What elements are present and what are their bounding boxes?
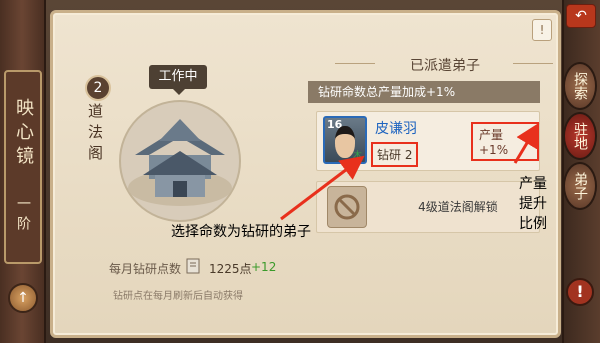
help-button[interactable]: !	[532, 19, 552, 41]
locked-slot: 4级道法阁解锁	[316, 181, 540, 233]
building-level-badge: 2	[85, 75, 111, 101]
monthly-points-value: 1225点	[209, 262, 252, 276]
book-icon	[186, 258, 200, 274]
monthly-points-label: 每月钻研点数	[109, 262, 182, 276]
monthly-points-increase: +12	[251, 260, 277, 274]
title-divider-left	[335, 63, 375, 64]
points-note: 钻研点在每月刷新后自动获得	[113, 291, 243, 302]
mirror-title-text: 映心镜	[13, 98, 34, 171]
building-panel: ! 2 道法阁 工作中 已派遣弟子 钻研命数总产量加成+1% 16 木 皮谦羽 …	[50, 10, 561, 338]
disciple-skill: 钻研 2	[371, 142, 419, 167]
total-bonus-bar: 钻研命数总产量加成+1%	[308, 81, 540, 103]
unlock-requirement: 4级道法阁解锁	[418, 200, 498, 214]
mirror-title: 映心镜 一阶	[4, 70, 42, 264]
building-name: 道法阁	[86, 103, 104, 166]
locked-slot-icon	[327, 186, 367, 228]
pavilion-illustration[interactable]	[115, 93, 245, 223]
upgrade-button[interactable]: ↑	[8, 283, 38, 313]
disciple-face	[335, 126, 355, 158]
game-screen: 映心镜 一阶 ↑ ↶ 探索 驻地 弟子 ! ! 2 道法阁 工作中 已派遣弟子	[0, 0, 600, 343]
dispatch-title-text: 已派遣弟子	[410, 58, 480, 74]
mirror-rank: 一阶	[15, 195, 31, 236]
disciple-output: 产量+1%	[471, 122, 539, 161]
disciple-name: 皮谦羽	[375, 121, 417, 137]
title-divider-right	[513, 63, 553, 64]
tab-disciples[interactable]: 弟子	[563, 162, 597, 210]
alert-button[interactable]: !	[566, 278, 594, 306]
disciple-slot[interactable]: 16 木 皮谦羽 钻研 2 产量+1%	[316, 111, 540, 171]
left-title-bar: 映心镜 一阶 ↑	[0, 0, 46, 343]
element-mark: 木	[353, 151, 363, 161]
annotation-rate-tip: 产量提升比例	[519, 176, 547, 232]
tab-explore[interactable]: 探索	[563, 62, 597, 110]
annotation-select-tip: 选择命数为钻研的弟子	[171, 224, 311, 240]
tab-station[interactable]: 驻地	[563, 112, 597, 160]
right-nav-bar: ↶ 探索 驻地 弟子 !	[562, 0, 600, 343]
disciple-portrait[interactable]: 16 木	[323, 116, 367, 164]
back-button[interactable]: ↶	[566, 4, 596, 28]
work-status-tag: 工作中	[149, 65, 207, 95]
dispatch-section-title: 已派遣弟子	[345, 55, 545, 75]
